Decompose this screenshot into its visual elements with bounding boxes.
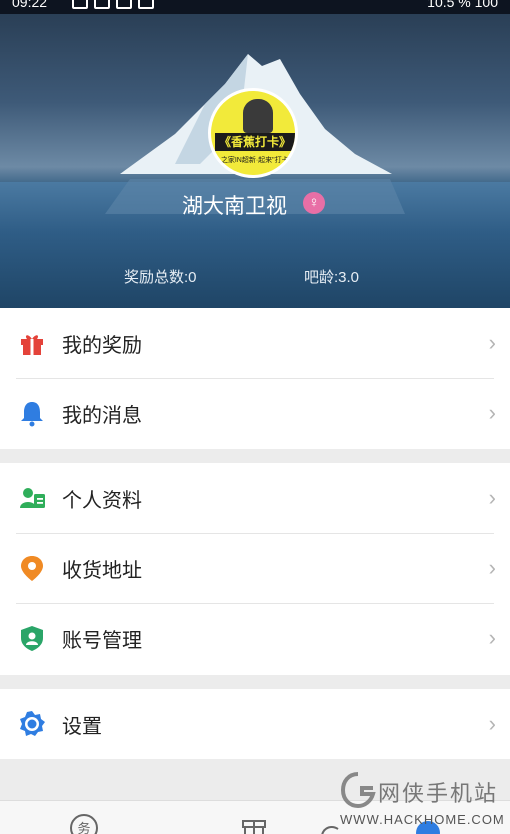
chat-notification-icon (72, 0, 88, 9)
avatar-person-image (243, 99, 273, 133)
notification-icons (72, 0, 154, 9)
gear-icon (20, 711, 45, 736)
username: 湖大南卫视 (182, 195, 287, 218)
watermark-url: WWW.HACKHOME.COM (340, 812, 505, 827)
chevron-right-icon: › (488, 485, 496, 510)
location-pin-icon (21, 556, 43, 581)
avatar-subtitle: 之家IN超新·起来"打卡" (220, 157, 292, 164)
menu-item-account-management[interactable]: 账号管理 › (0, 603, 510, 673)
menu-group-rewards: 我的奖励 › 我的消息 › (0, 308, 510, 449)
status-time: 09:22 (12, 0, 48, 10)
menu-label: 收货地址 (62, 559, 142, 582)
chevron-right-icon: › (488, 400, 496, 425)
menu-label: 账号管理 (62, 629, 142, 652)
female-icon: ♀ (303, 192, 325, 214)
watermark: 网侠手机站 WWW.HACKHOME.COM (340, 770, 510, 830)
menu-label: 设置 (62, 715, 102, 738)
shield-user-icon (21, 626, 43, 651)
menu-group-account: 个人资料 › 收货地址 › 账号管理 › (0, 463, 510, 675)
id-card-icon (20, 488, 45, 508)
chevron-right-icon: › (488, 711, 496, 736)
gift-icon (21, 335, 43, 355)
app-notification-icon (94, 0, 110, 9)
menu-label: 我的消息 (62, 404, 142, 427)
watermark-logo (340, 772, 376, 809)
gift-tab-icon[interactable] (238, 813, 270, 834)
bar-age: 吧龄:3.0 (304, 269, 360, 286)
chevron-right-icon: › (488, 555, 496, 580)
status-indicators: 10.5 % 100 (427, 0, 498, 10)
watermark-title: 网侠手机站 (378, 781, 499, 806)
chevron-right-icon: › (488, 330, 496, 355)
menu-group-settings: 设置 › (0, 689, 510, 759)
chevron-right-icon: › (488, 625, 496, 650)
menu-label: 个人资料 (62, 489, 142, 512)
menu-item-shipping-address[interactable]: 收货地址 › (0, 533, 510, 603)
bell-icon (21, 402, 43, 427)
menu-label: 我的奖励 (62, 334, 142, 357)
menu-item-settings[interactable]: 设置 › (0, 689, 510, 759)
bag-notification-icon (138, 0, 154, 9)
tasks-glyph: 务 (77, 821, 90, 834)
tasks-icon[interactable]: 务 (68, 813, 100, 834)
menu-item-personal-info[interactable]: 个人资料 › (0, 463, 510, 533)
status-bar: 09:22 10.5 % 100 (0, 0, 510, 14)
avatar[interactable]: 《香蕉打卡》 之家IN超新·起来"打卡" (208, 88, 298, 178)
menu-item-my-messages[interactable]: 我的消息 › (0, 378, 510, 448)
image-notification-icon (116, 0, 132, 9)
reward-total: 奖励总数:0 (124, 269, 197, 286)
avatar-title: 《香蕉打卡》 (215, 133, 295, 151)
menu-item-my-rewards[interactable]: 我的奖励 › (0, 308, 510, 378)
profile-header: 《香蕉打卡》 之家IN超新·起来"打卡" 湖大南卫视 ♀ 奖励总数:0 吧龄:3… (0, 14, 510, 308)
